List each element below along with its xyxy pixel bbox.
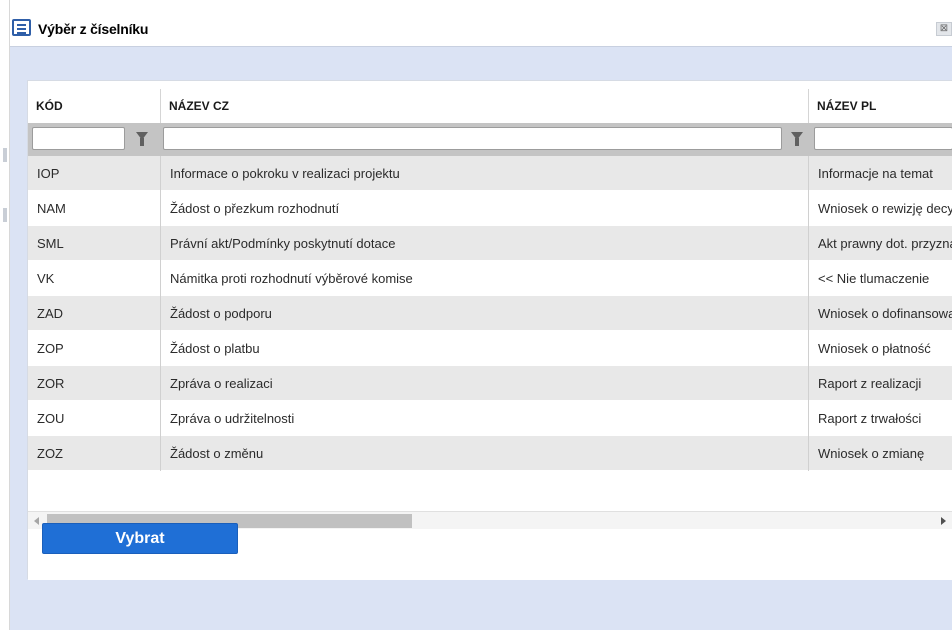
table-row[interactable]: VK Námitka proti rozhodnutí výběrové kom…: [28, 261, 952, 296]
cell-kod: IOP: [37, 166, 60, 181]
cell-nazev-pl: Wniosek o płatność: [808, 331, 952, 366]
scroll-right-icon[interactable]: [941, 517, 946, 525]
scroll-left-icon[interactable]: [34, 517, 39, 525]
cell-nazev-cz: Zpráva o udržitelnosti: [160, 401, 808, 436]
dialog-titlebar: Výběr z číselníku ⊠: [10, 12, 952, 46]
cell-nazev-pl: Raport z realizacji: [808, 366, 952, 401]
column-header-kod[interactable]: KÓD: [28, 89, 160, 123]
select-button[interactable]: Vybrat: [42, 523, 238, 554]
cell-nazev-pl: Akt prawny dot. przyznania: [808, 226, 952, 261]
close-icon[interactable]: ⊠: [936, 22, 952, 36]
cell-kod: ZOR: [37, 376, 65, 391]
cell-nazev-cz: Informace o pokroku v realizaci projektu: [160, 156, 808, 191]
cell-nazev-pl: Wniosek o dofinansowanie: [808, 296, 952, 331]
cell-nazev-pl: Informacje na temat: [808, 156, 952, 191]
column-header-nazev-cz[interactable]: NÁZEV CZ: [160, 89, 808, 123]
cell-kod: ZOP: [37, 341, 64, 356]
cell-kod: VK: [37, 271, 55, 286]
filter-row: [28, 123, 952, 156]
cell-kod: ZAD: [37, 306, 63, 321]
table-row[interactable]: IOP Informace o pokroku v realizaci proj…: [28, 156, 952, 191]
edge-marker: [3, 208, 7, 222]
filter-icon[interactable]: [136, 132, 148, 146]
cell-nazev-pl: Wniosek o rewizję decyzji: [808, 191, 952, 226]
filter-input-kod[interactable]: [32, 127, 125, 150]
edge-marker: [3, 148, 7, 162]
cell-kod: SML: [37, 236, 64, 251]
cell-nazev-cz: Žádost o změnu: [160, 436, 808, 471]
cell-nazev-pl: Wniosek o zmianę: [808, 436, 952, 471]
cell-kod: ZOZ: [37, 446, 63, 461]
filter-input-nazev-cz[interactable]: [163, 127, 782, 150]
filter-input-nazev-pl[interactable]: [814, 127, 952, 150]
cell-nazev-pl: Raport z trwałości: [808, 401, 952, 436]
cell-nazev-cz: Žádost o platbu: [160, 331, 808, 366]
table-row[interactable]: ZOR Zpráva o realizaci Raport z realizac…: [28, 366, 952, 401]
table-row[interactable]: ZOZ Žádost o změnu Wniosek o zmianę: [28, 436, 952, 471]
grid-panel: KÓD NÁZEV CZ NÁZEV PL IOP Informace o po…: [27, 80, 952, 580]
cell-nazev-cz: Právní akt/Podmínky poskytnutí dotace: [160, 226, 808, 261]
grid-header: KÓD NÁZEV CZ NÁZEV PL: [28, 89, 952, 123]
cell-kod: NAM: [37, 201, 66, 216]
cell-nazev-cz: Zpráva o realizaci: [160, 366, 808, 401]
filter-icon[interactable]: [791, 132, 803, 146]
list-icon: [12, 19, 31, 36]
background-window-edge: [0, 0, 10, 630]
codelist-dialog: Výběr z číselníku ⊠ KÓD NÁZEV CZ NÁZEV P…: [10, 12, 952, 630]
table-row[interactable]: NAM Žádost o přezkum rozhodnutí Wniosek …: [28, 191, 952, 226]
cell-kod: ZOU: [37, 411, 65, 426]
column-header-nazev-pl[interactable]: NÁZEV PL: [808, 89, 952, 123]
table-row[interactable]: SML Právní akt/Podmínky poskytnutí dotac…: [28, 226, 952, 261]
cell-nazev-cz: Námitka proti rozhodnutí výběrové komise: [160, 261, 808, 296]
table-row[interactable]: ZOU Zpráva o udržitelnosti Raport z trwa…: [28, 401, 952, 436]
table-row[interactable]: ZAD Žádost o podporu Wniosek o dofinanso…: [28, 296, 952, 331]
cell-nazev-cz: Žádost o podporu: [160, 296, 808, 331]
table-row[interactable]: ZOP Žádost o platbu Wniosek o płatność: [28, 331, 952, 366]
cell-nazev-cz: Žádost o přezkum rozhodnutí: [160, 191, 808, 226]
dialog-title: Výběr z číselníku: [38, 21, 149, 37]
cell-nazev-pl: << Nie tlumaczenie: [808, 261, 952, 296]
